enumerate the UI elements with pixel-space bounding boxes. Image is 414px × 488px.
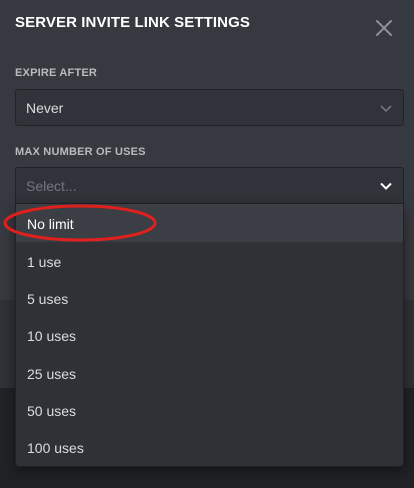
max-uses-select[interactable]: Select...: [15, 167, 404, 204]
modal-title: SERVER INVITE LINK SETTINGS: [15, 14, 250, 31]
option-1-use[interactable]: 1 use: [16, 242, 403, 280]
option-25-uses[interactable]: 25 uses: [16, 354, 403, 392]
chevron-down-icon: [380, 182, 392, 190]
option-label: 10 uses: [27, 328, 77, 344]
red-ellipse-annotation: [3, 204, 157, 242]
option-100-uses[interactable]: 100 uses: [16, 428, 403, 466]
option-50-uses[interactable]: 50 uses: [16, 391, 403, 429]
max-uses-dropdown: No limit 1 use 5 uses 10 uses 25 uses 50…: [15, 204, 404, 467]
option-label: 100 uses: [27, 440, 84, 456]
max-uses-label: MAX NUMBER OF USES: [15, 146, 146, 158]
expire-after-select[interactable]: Never: [15, 89, 404, 126]
option-label: 1 use: [27, 254, 62, 270]
option-label: 50 uses: [27, 403, 77, 419]
expire-after-value: Never: [26, 100, 64, 116]
expire-after-label: EXPIRE AFTER: [15, 67, 98, 79]
option-label: 25 uses: [27, 366, 77, 382]
close-button[interactable]: [372, 16, 396, 40]
option-5-uses[interactable]: 5 uses: [16, 279, 403, 317]
max-uses-placeholder: Select...: [26, 178, 77, 194]
chevron-down-icon: [380, 105, 392, 113]
option-label: 5 uses: [27, 291, 69, 307]
close-icon: [376, 20, 392, 36]
option-10-uses[interactable]: 10 uses: [16, 316, 403, 354]
invite-settings-modal: SERVER INVITE LINK SETTINGS EXPIRE AFTER…: [0, 0, 414, 488]
